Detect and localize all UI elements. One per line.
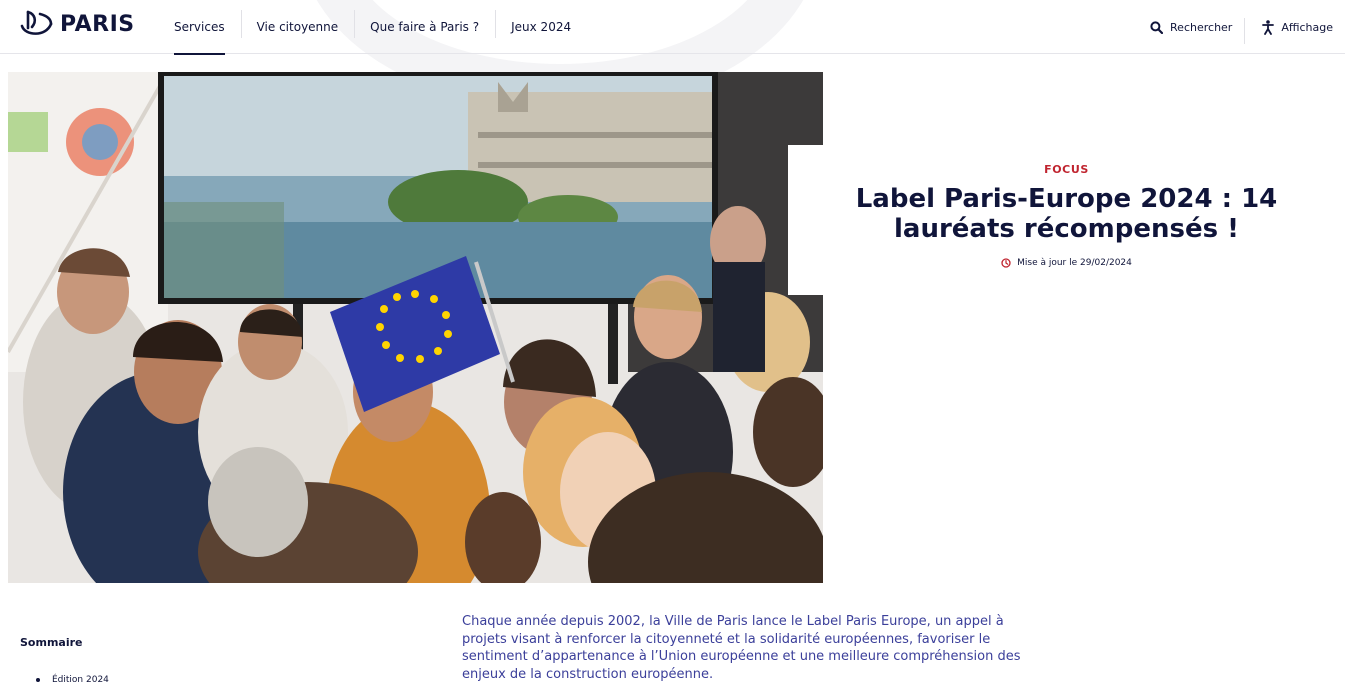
article-kicker: FOCUS bbox=[1044, 163, 1089, 176]
summary-item-label: Édition 2024 bbox=[52, 675, 109, 685]
hero-photo bbox=[8, 72, 823, 583]
header-tools: Rechercher Affichage bbox=[1132, 0, 1345, 54]
summary-title: Sommaire bbox=[20, 636, 83, 649]
logo-text: PARIS bbox=[60, 11, 135, 37]
main-nav: Services Vie citoyenne Que faire à Paris… bbox=[158, 0, 587, 55]
nav-item-vie-citoyenne[interactable]: Vie citoyenne bbox=[240, 0, 355, 54]
search-button[interactable]: Rechercher bbox=[1132, 21, 1244, 34]
paris-logo[interactable]: PARIS bbox=[20, 8, 135, 40]
search-icon bbox=[1150, 20, 1164, 34]
summary: Sommaire Édition 2024 bbox=[20, 636, 109, 685]
page: PARIS Services Vie citoyenne Que faire à… bbox=[0, 0, 1345, 686]
update-date-text: Mise à jour le 29/02/2024 bbox=[1017, 258, 1132, 268]
display-label: Affichage bbox=[1281, 20, 1333, 34]
bullet-icon bbox=[36, 678, 40, 682]
summary-item-edition-2024[interactable]: Édition 2024 bbox=[20, 675, 109, 685]
summary-list: Édition 2024 bbox=[20, 675, 109, 685]
crowd-with-eu-flag-illustration bbox=[8, 72, 823, 583]
nav-item-services[interactable]: Services bbox=[158, 0, 241, 55]
display-settings-button[interactable]: Affichage bbox=[1244, 17, 1345, 44]
page-title: Label Paris-Europe 2024 : 14 lauréats ré… bbox=[855, 184, 1278, 244]
paris-ship-icon bbox=[20, 10, 53, 35]
article-title-card: FOCUS Label Paris-Europe 2024 : 14 lauré… bbox=[788, 145, 1345, 295]
nav-item-jeux-2024[interactable]: Jeux 2024 bbox=[495, 0, 587, 54]
clock-icon bbox=[1001, 258, 1011, 268]
accessibility-icon bbox=[1262, 19, 1275, 35]
update-date: Mise à jour le 29/02/2024 bbox=[1001, 258, 1132, 268]
article-intro: Chaque année depuis 2002, la Ville de Pa… bbox=[462, 614, 1021, 682]
search-label: Rechercher bbox=[1170, 20, 1233, 34]
site-header: PARIS Services Vie citoyenne Que faire à… bbox=[0, 0, 1345, 55]
nav-item-que-faire[interactable]: Que faire à Paris ? bbox=[354, 0, 495, 54]
